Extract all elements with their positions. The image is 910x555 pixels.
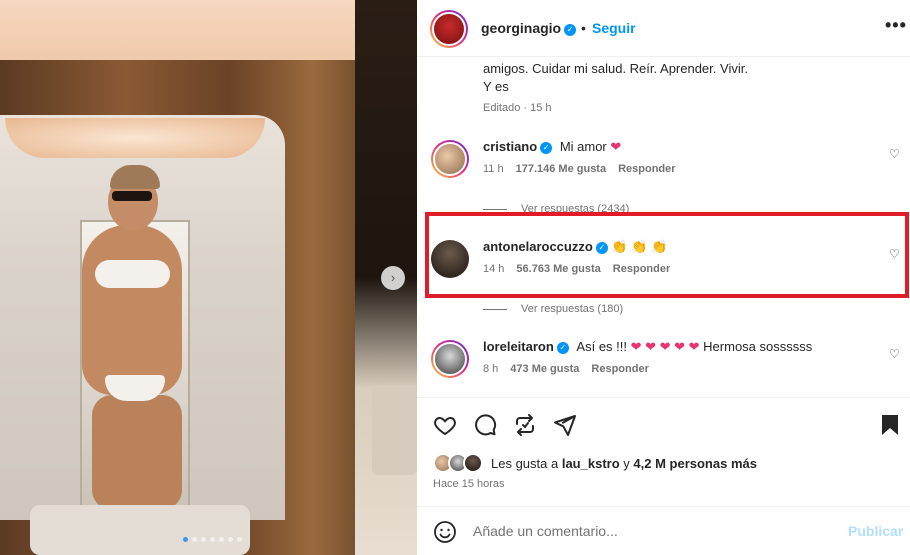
comment-time: 11 h [483,163,504,175]
comment-meta: 14 h 56.763 Me gusta Responder [483,263,670,275]
repost-icon[interactable] [513,413,537,437]
post-photo: › [0,0,417,555]
like-comment-heart-icon[interactable]: ♡ [889,247,900,261]
publish-comment-button[interactable]: Publicar [848,523,903,539]
carousel-dot [201,537,206,542]
commenter-avatar[interactable] [431,140,469,178]
comment-text: loreleitaron ✓ Así es !!! ❤ ❤ ❤ ❤ ❤ Hermo… [483,339,812,355]
comment-item: antonelaroccuzzo ✓ 👏 👏 👏 14 h 56.763 Me g… [417,230,910,300]
likes-middle: y [623,455,630,471]
carousel-dot [183,537,188,542]
photo-mirror-light [5,118,265,158]
photo-towel [372,385,417,475]
more-options-icon[interactable]: ••• [885,15,907,36]
carousel-dots [183,537,242,542]
comment-item: loreleitaron ✓ Así es !!! ❤ ❤ ❤ ❤ ❤ Hermo… [417,330,910,400]
view-replies-button[interactable]: Ver respuestas (2434) [483,203,629,215]
emoji-smiley-icon[interactable] [433,520,457,544]
save-bookmark-icon[interactable] [878,413,902,437]
view-replies-label: Ver respuestas (180) [521,303,624,315]
share-send-icon[interactable] [553,413,577,437]
follow-button[interactable]: Seguir [592,20,636,36]
add-comment-bar: Publicar [417,506,910,555]
heart-emoji-icon: ❤ ❤ ❤ ❤ ❤ [630,339,700,354]
liker-username[interactable]: lau_kstro [562,456,620,471]
comment-time: 14 h [483,263,505,275]
comment-body-tail: Hermosa sossssss [703,339,813,354]
view-replies-button[interactable]: Ver respuestas (180) [483,303,623,315]
reply-button[interactable]: Responder [613,263,670,275]
post-time-ago: Hace 15 horas [433,478,505,490]
post-caption: amigos. Cuidar mi salud. Reír. Aprender.… [483,60,783,96]
photo-sink-counter [30,505,250,555]
instagram-post-view: › georginagio ✓ • Seguir ••• amigos. Cuid… [0,0,910,555]
comment-likes[interactable]: 473 Me gusta [510,363,579,375]
add-comment-input[interactable] [473,519,833,543]
liker-avatars[interactable] [433,453,487,473]
caption-meta: Editado · 15 h [483,102,552,114]
carousel-dot [228,537,233,542]
clap-emoji-icon: 👏 👏 👏 [611,239,668,254]
comment-text: antonelaroccuzzo ✓ 👏 👏 👏 [483,239,667,255]
caption-line: Y es [483,79,509,94]
likes-summary: Les gusta a lau_kstro y 4,2 M personas m… [433,453,757,473]
heart-emoji-icon: ❤ [610,139,622,154]
photo-person [60,165,200,510]
carousel-next-button[interactable]: › [381,266,405,290]
carousel-dot [210,537,215,542]
commenter-username[interactable]: antonelaroccuzzo [483,239,593,254]
replies-line [483,208,507,210]
comment-time: 8 h [483,363,499,375]
post-header: georginagio ✓ • Seguir ••• [417,0,910,57]
commenter-avatar[interactable] [431,340,469,378]
comment-body: Mi amor [559,139,607,154]
post-side-panel: georginagio ✓ • Seguir ••• amigos. Cuidar… [417,0,910,555]
like-heart-icon[interactable] [433,413,457,437]
carousel-dot [192,537,197,542]
comment-meta: 8 h 473 Me gusta Responder [483,363,649,375]
reply-button[interactable]: Responder [618,163,675,175]
likes-prefix: Les gusta a [491,455,559,471]
like-comment-heart-icon[interactable]: ♡ [889,347,900,361]
author-avatar[interactable] [430,10,468,48]
reply-button[interactable]: Responder [591,363,648,375]
commenter-username[interactable]: cristiano [483,139,537,154]
likes-others-link[interactable]: 4,2 M personas más [633,456,757,471]
author-username[interactable]: georginagio ✓ [481,20,577,36]
post-action-bar [417,397,910,447]
carousel-dot [237,537,242,542]
comment-meta: 11 h 177.146 Me gusta Responder [483,163,676,175]
verified-badge-icon: ✓ [556,342,569,354]
verified-badge-icon: ✓ [564,24,577,36]
verified-badge-icon: ✓ [540,142,553,154]
comment-item: cristiano ✓ Mi amor ❤ 11 h 177.146 Me gus… [417,130,910,200]
replies-line [483,308,507,310]
comment-likes[interactable]: 56.763 Me gusta [516,263,600,275]
header-separator: • [581,20,586,36]
caption-line: amigos. Cuidar mi salud. Reír. Aprender.… [483,61,748,76]
carousel-dot [219,537,224,542]
verified-badge-icon: ✓ [595,242,608,254]
comment-bubble-icon[interactable] [473,413,497,437]
comment-body: Así es !!! [576,339,627,354]
like-comment-heart-icon[interactable]: ♡ [889,147,900,161]
view-replies-label: Ver respuestas (2434) [521,203,630,215]
comment-likes[interactable]: 177.146 Me gusta [516,163,607,175]
commenter-avatar[interactable] [431,240,469,278]
comment-text: cristiano ✓ Mi amor ❤ [483,139,621,155]
commenter-username[interactable]: loreleitaron [483,339,554,354]
